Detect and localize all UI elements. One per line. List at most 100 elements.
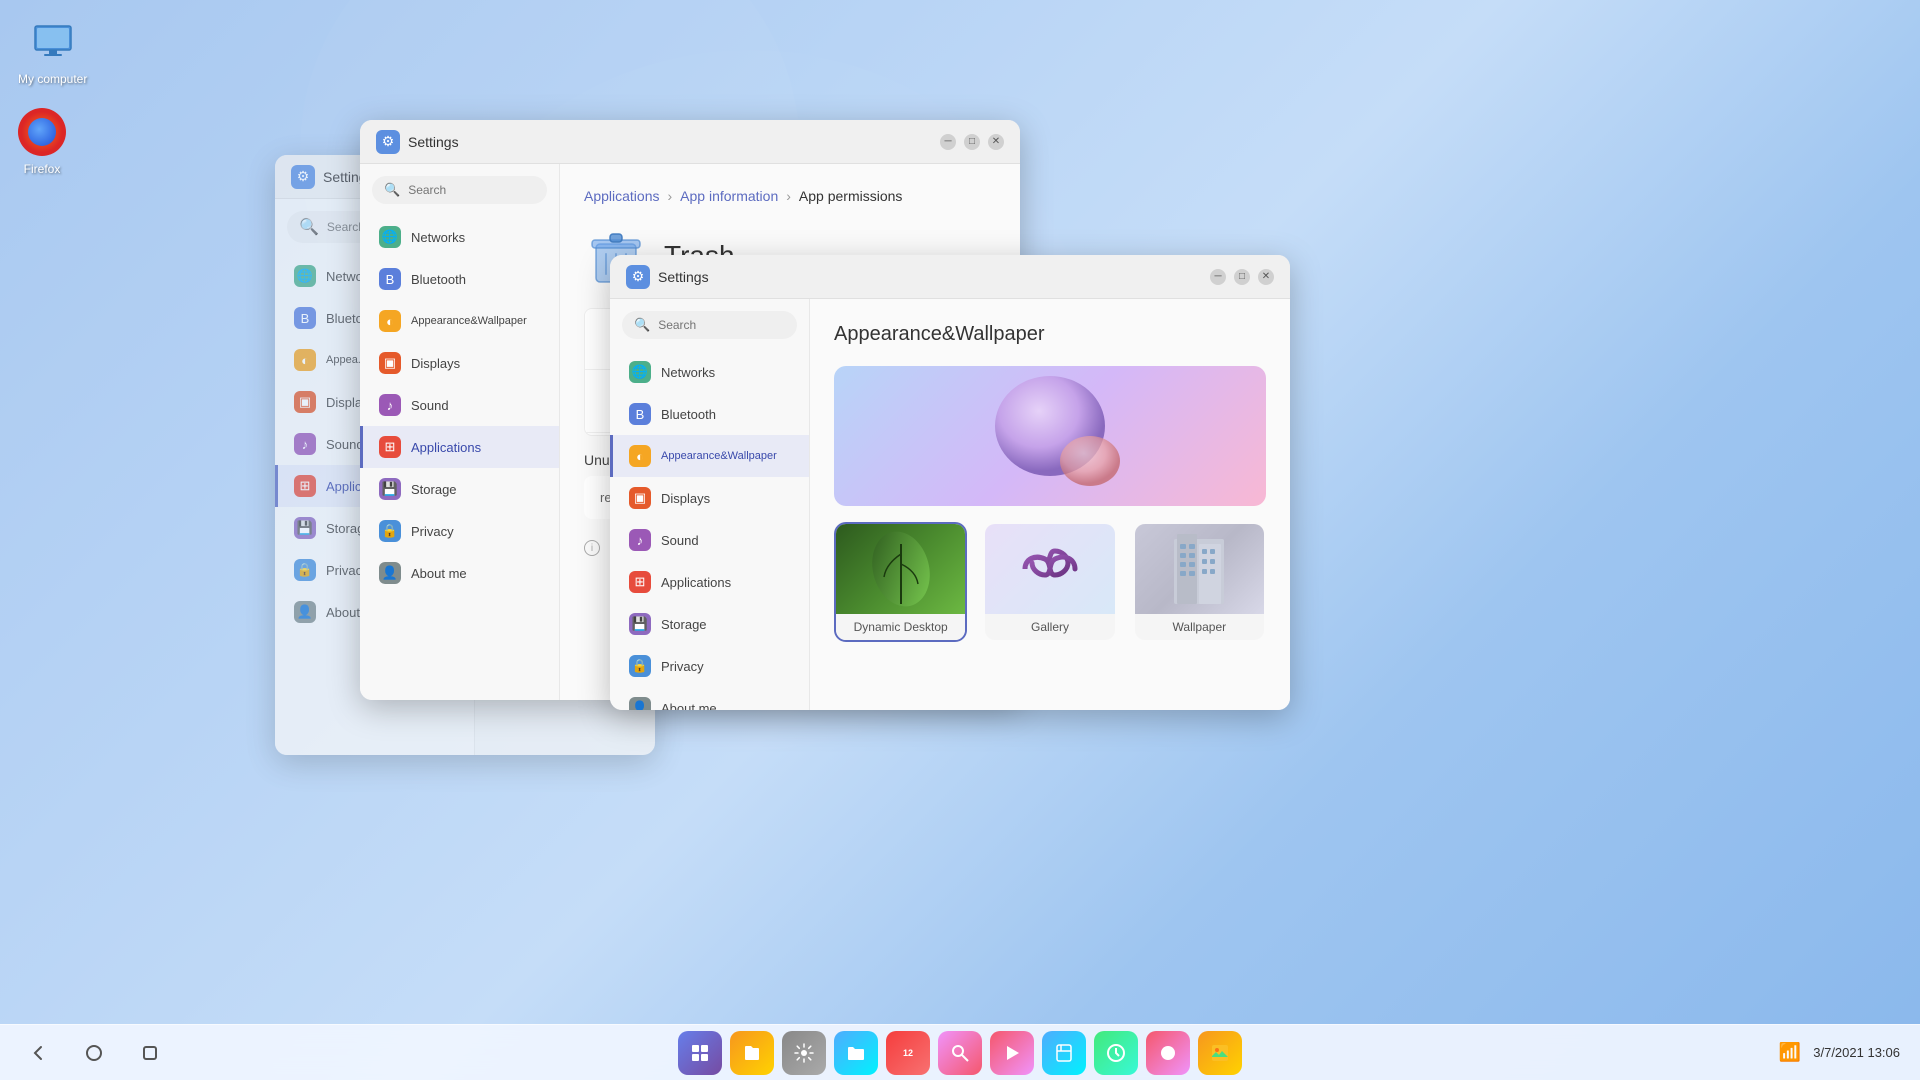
mid-maximize-btn[interactable]: □	[964, 134, 980, 150]
bg-settings-icon: ⚙	[291, 165, 315, 189]
mid-sidebar-applications[interactable]: ⊞ Applications	[360, 426, 559, 468]
taskbar-app-clock[interactable]	[1094, 1031, 1138, 1075]
mid-search-box[interactable]: 🔍	[372, 176, 547, 204]
wallpaper-label: Wallpaper	[1135, 614, 1264, 640]
front-sidebar-bluetooth[interactable]: B Bluetooth	[610, 393, 809, 435]
mid-window-controls[interactable]: ─ □ ✕	[940, 134, 1004, 150]
gallery-preview	[985, 524, 1114, 614]
taskbar-center: 12	[678, 1031, 1242, 1075]
mid-close-btn[interactable]: ✕	[988, 134, 1004, 150]
bg-aboutme-icon: 👤	[294, 601, 316, 623]
dynamic-desktop-bg	[836, 524, 965, 614]
mid-sidebar-networks[interactable]: 🌐 Networks	[360, 216, 559, 258]
front-applications-label: Applications	[661, 575, 731, 590]
front-sidebar-networks[interactable]: 🌐 Networks	[610, 351, 809, 393]
front-maximize-btn[interactable]: □	[1234, 269, 1250, 285]
bg-sound-icon: ♪	[294, 433, 316, 455]
front-appearance-icon: ◐	[629, 445, 651, 467]
mid-networks-icon: 🌐	[379, 226, 401, 248]
mid-applications-icon: ⊞	[379, 436, 401, 458]
bg-bluetooth-icon: B	[294, 307, 316, 329]
taskbar-app-files[interactable]	[730, 1031, 774, 1075]
square-btn[interactable]	[132, 1035, 168, 1071]
front-aboutme-label: About me	[661, 701, 717, 711]
mid-sound-icon: ♪	[379, 394, 401, 416]
breadcrumb-sep2: ›	[786, 188, 791, 204]
mid-networks-label: Networks	[411, 230, 465, 245]
wallpaper-option-wallpaper[interactable]: Wallpaper	[1133, 522, 1266, 642]
front-window-title: ⚙ Settings	[626, 265, 709, 289]
mid-search-input[interactable]	[408, 183, 535, 197]
mid-displays-icon: ▣	[379, 352, 401, 374]
front-sidebar-privacy[interactable]: 🔒 Privacy	[610, 645, 809, 687]
taskbar-app-filemanager[interactable]	[834, 1031, 878, 1075]
front-sidebar-sound[interactable]: ♪ Sound	[610, 519, 809, 561]
taskbar-app-grid[interactable]	[678, 1031, 722, 1075]
bg-applications-icon: ⊞	[294, 475, 316, 497]
mid-sidebar-displays[interactable]: ▣ Displays	[360, 342, 559, 384]
front-sidebar: 🔍 🌐 Networks B Bluetooth ◐ Appearance&Wa…	[610, 299, 810, 710]
appearance-title: Appearance&Wallpaper	[834, 323, 1266, 346]
front-sound-label: Sound	[661, 533, 699, 548]
datetime-display: 3/7/2021 13:06	[1813, 1045, 1900, 1060]
front-search-input[interactable]	[658, 318, 785, 332]
front-sidebar-storage[interactable]: 💾 Storage	[610, 603, 809, 645]
bg-networks-icon: 🌐	[294, 265, 316, 287]
taskbar-left	[0, 1035, 168, 1071]
wifi-icon: 📶	[1779, 1042, 1801, 1063]
mid-minimize-btn[interactable]: ─	[940, 134, 956, 150]
mid-sidebar-privacy[interactable]: 🔒 Privacy	[360, 510, 559, 552]
taskbar-app-music[interactable]	[990, 1031, 1034, 1075]
desktop-icon-mycomputer[interactable]: My computer	[10, 10, 95, 94]
mycomputer-label: My computer	[18, 72, 87, 86]
mid-aboutme-icon: 👤	[379, 562, 401, 584]
mid-aboutme-label: About me	[411, 566, 467, 581]
mid-privacy-label: Privacy	[411, 524, 454, 539]
front-sidebar-displays[interactable]: ▣ Displays	[610, 477, 809, 519]
front-window-controls[interactable]: ─ □ ✕	[1210, 269, 1274, 285]
front-settings-icon: ⚙	[626, 265, 650, 289]
front-appearance-label: Appearance&Wallpaper	[661, 450, 777, 462]
firefox-icon	[18, 108, 66, 156]
front-networks-icon: 🌐	[629, 361, 651, 383]
bg-storage-icon: 💾	[294, 517, 316, 539]
mid-displays-label: Displays	[411, 356, 460, 371]
taskbar-app-settings[interactable]	[782, 1031, 826, 1075]
mid-applications-label: Applications	[411, 440, 481, 455]
wallpaper-option-gallery[interactable]: Gallery	[983, 522, 1116, 642]
mid-sidebar-storage[interactable]: 💾 Storage	[360, 468, 559, 510]
taskbar-app-calculator[interactable]	[1042, 1031, 1086, 1075]
mid-sidebar-bluetooth[interactable]: B Bluetooth	[360, 258, 559, 300]
taskbar-app-calendar[interactable]: 12	[886, 1031, 930, 1075]
front-settings-window: ⚙ Settings ─ □ ✕ 🔍 🌐 Networks B Bluetoot…	[610, 255, 1290, 710]
mid-sidebar-sound[interactable]: ♪ Sound	[360, 384, 559, 426]
front-close-btn[interactable]: ✕	[1258, 269, 1274, 285]
taskbar: 12	[0, 1024, 1920, 1080]
wallpaper-bg	[1135, 524, 1264, 614]
mid-appearance-icon: ◐	[379, 310, 401, 332]
mid-storage-icon: 💾	[379, 478, 401, 500]
desktop-icon-firefox[interactable]: Firefox	[10, 100, 74, 184]
mid-sidebar-aboutme[interactable]: 👤 About me	[360, 552, 559, 594]
front-minimize-btn[interactable]: ─	[1210, 269, 1226, 285]
mid-privacy-icon: 🔒	[379, 520, 401, 542]
breadcrumb-apppermissions: App permissions	[799, 188, 903, 204]
front-sidebar-aboutme[interactable]: 👤 About me	[610, 687, 809, 710]
taskbar-app-search[interactable]	[938, 1031, 982, 1075]
taskbar-app-photos[interactable]	[1198, 1031, 1242, 1075]
front-sidebar-appearance[interactable]: ◐ Appearance&Wallpaper	[610, 435, 809, 477]
breadcrumb-applications[interactable]: Applications	[584, 188, 660, 204]
home-btn[interactable]	[76, 1035, 112, 1071]
mid-storage-label: Storage	[411, 482, 457, 497]
wallpaper-option-dynamic-desktop[interactable]: Dynamic Desktop	[834, 522, 967, 642]
taskbar-app-recorder[interactable]	[1146, 1031, 1190, 1075]
front-sidebar-applications[interactable]: ⊞ Applications	[610, 561, 809, 603]
featured-wallpaper-preview[interactable]	[834, 366, 1266, 506]
back-btn[interactable]	[20, 1035, 56, 1071]
front-bluetooth-icon: B	[629, 403, 651, 425]
breadcrumb-sep1: ›	[668, 188, 673, 204]
mid-sidebar-appearance[interactable]: ◐ Appearance&Wallpaper	[360, 300, 559, 342]
breadcrumb-appinfo[interactable]: App information	[680, 188, 778, 204]
front-search-box[interactable]: 🔍	[622, 311, 797, 339]
front-applications-icon: ⊞	[629, 571, 651, 593]
